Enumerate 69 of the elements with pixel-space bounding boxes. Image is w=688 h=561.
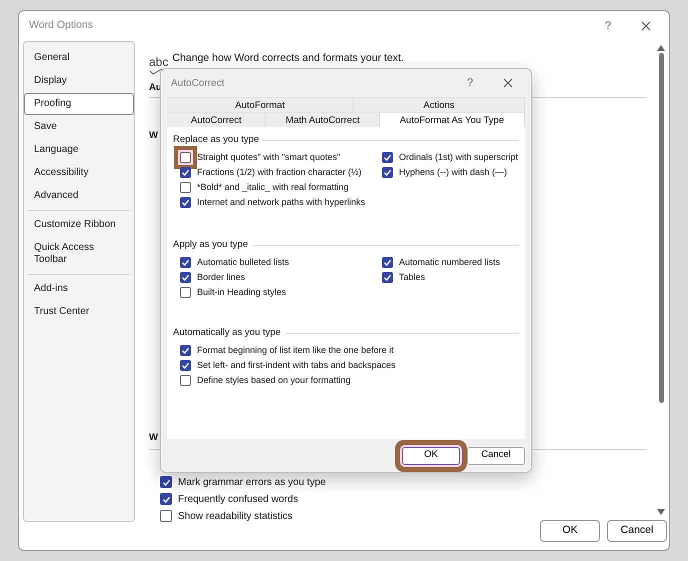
help-button[interactable]: ? (455, 71, 485, 95)
checkbox[interactable] (180, 197, 191, 208)
option-label: Define styles based on your formatting (197, 374, 351, 387)
tab[interactable]: AutoFormat (167, 97, 354, 112)
scroll-up-icon (657, 45, 665, 51)
option-label: Straight quotes" with "smart quotes" (197, 150, 340, 164)
cancel-button[interactable]: Cancel (607, 520, 667, 542)
checkbox[interactable] (180, 257, 191, 268)
option-label: Built-in Heading styles (197, 286, 286, 299)
sidebar-item[interactable]: Save (24, 116, 134, 138)
window-title: Word Options (29, 18, 94, 34)
tab[interactable]: AutoFormat As You Type (380, 112, 525, 127)
option-label: Internet and network paths with hyperlinks (197, 196, 366, 209)
close-icon (503, 78, 513, 88)
option-label: Hyphens (--) with dash (—) (399, 166, 508, 179)
checkbox[interactable] (180, 152, 191, 163)
sidebar-item[interactable]: Accessibility (24, 162, 134, 184)
sidebar-item[interactable]: Customize Ribbon (24, 214, 134, 236)
sidebar-item[interactable]: Advanced (24, 185, 134, 207)
option-label: Tables (399, 270, 426, 284)
checkbox[interactable] (180, 287, 191, 298)
intro-text: Change how Word corrects and formats your text. (172, 51, 404, 66)
abc-label: abc (149, 56, 168, 68)
checkbox[interactable] (180, 345, 191, 356)
option-label: Mark grammar errors as you type (178, 476, 326, 490)
option-label: Fractions (1/2) with fraction character (½) (197, 166, 362, 179)
option-label: Frequently confused words (178, 492, 298, 506)
option-label: Format beginning of list item like the one before it (197, 344, 394, 357)
cancel-button[interactable]: Cancel (467, 446, 525, 464)
option-label: Automatic bulleted lists (197, 256, 290, 269)
close-icon (641, 21, 651, 31)
tab[interactable]: Actions (354, 97, 525, 112)
sidebar-item[interactable]: Display (24, 70, 134, 92)
checkbox[interactable] (382, 272, 393, 283)
sidebar-item[interactable]: General (24, 47, 134, 69)
checkbox[interactable] (382, 152, 393, 163)
option-label: Set left- and first-indent with tabs and backspaces (197, 358, 396, 372)
checkbox[interactable] (160, 493, 172, 505)
ok-button[interactable]: OK (540, 520, 600, 542)
tab[interactable]: Math AutoCorrect (266, 112, 380, 127)
option-label: Automatic numbered lists (399, 256, 500, 269)
checkbox[interactable] (180, 360, 191, 371)
section-heading: W (149, 431, 158, 446)
sidebar-item[interactable]: Language (24, 139, 134, 161)
option-label: Border lines (197, 270, 246, 284)
checkbox[interactable] (382, 257, 393, 268)
group-heading: Replace as you type (173, 133, 260, 148)
option-label: *Bold* and _italic_ with real formatting (197, 180, 349, 194)
dialog-title: AutoCorrect (171, 76, 226, 90)
help-button[interactable]: ? (593, 14, 623, 38)
check-icon (149, 68, 163, 75)
scroll-down-icon (657, 509, 665, 515)
sidebar-item[interactable]: Add-ins (24, 278, 134, 300)
checkbox[interactable] (180, 272, 191, 283)
checkbox[interactable] (160, 510, 172, 522)
section-heading: W (149, 129, 158, 143)
sidebar-item[interactable]: Proofing (24, 93, 134, 115)
checkbox[interactable] (160, 476, 172, 488)
group-heading: Apply as you type (173, 238, 248, 252)
option-label: Show readability statistics (178, 510, 292, 524)
checkbox[interactable] (180, 375, 191, 386)
checkbox[interactable] (180, 167, 191, 178)
tab[interactable]: AutoCorrect (167, 112, 266, 127)
option-label: Ordinals (1st) with superscript (399, 150, 518, 164)
checkbox[interactable] (180, 182, 191, 193)
group-heading: Automatically as you type (173, 326, 281, 340)
checkbox[interactable] (382, 167, 393, 178)
sidebar-item[interactable]: Trust Center (24, 301, 134, 323)
sidebar-item[interactable]: Quick Access Toolbar (24, 237, 134, 271)
